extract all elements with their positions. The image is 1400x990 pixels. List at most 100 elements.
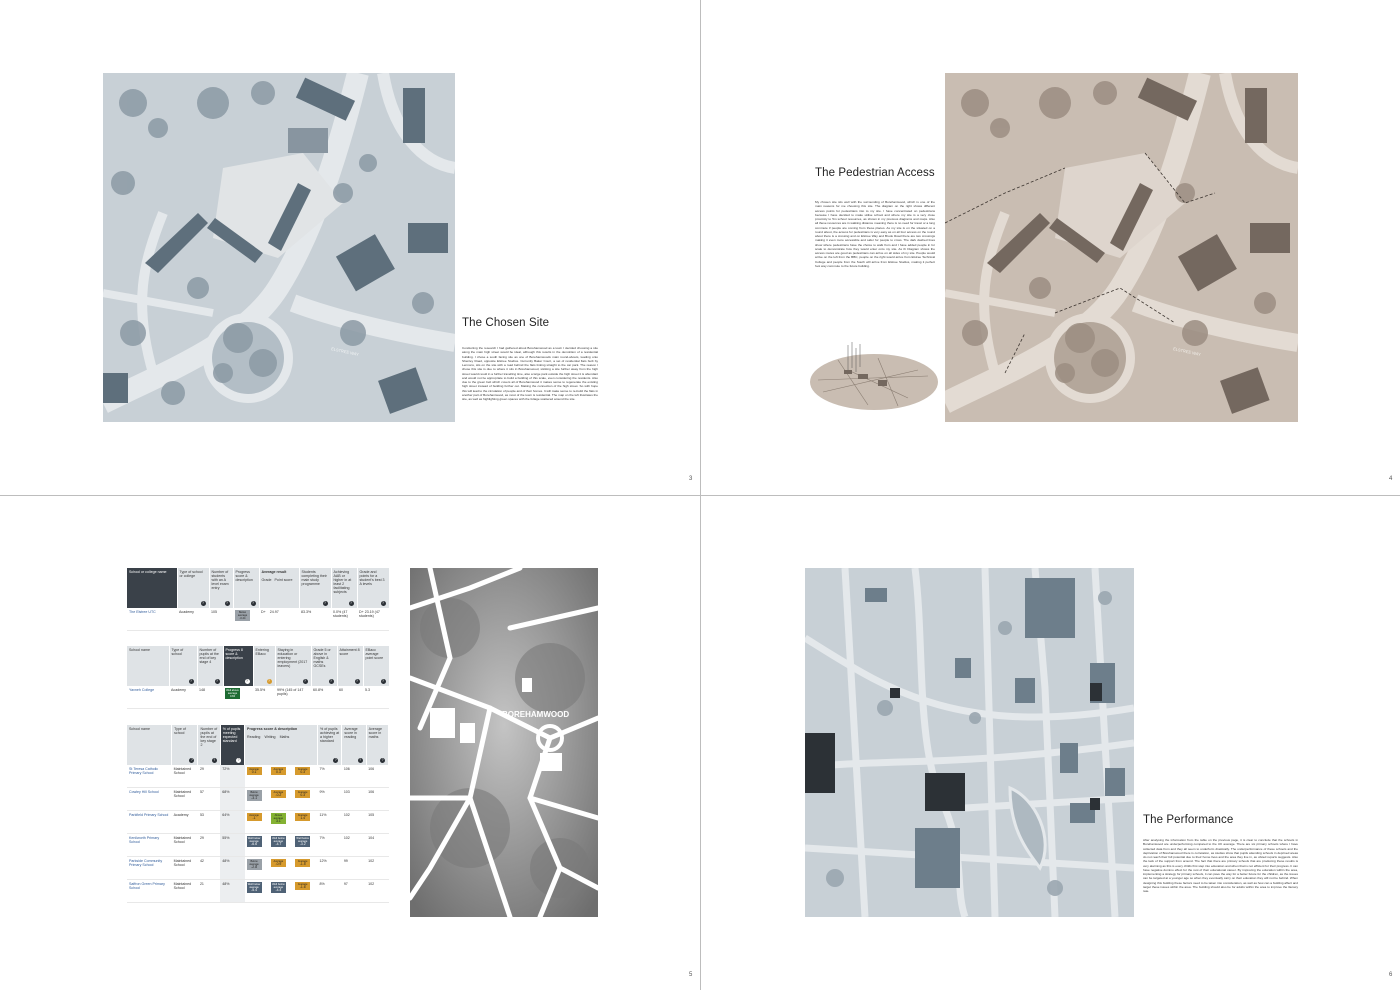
- table-cell: 7%: [317, 765, 342, 788]
- pedestrian-access-3d-diagram: [808, 340, 940, 412]
- school-name-link[interactable]: Saffron Green Primary School: [127, 879, 172, 903]
- progress-badge: Below average -2.8: [246, 859, 262, 870]
- col-header[interactable]: Achieving AAB or higher in at least 2 fa…: [331, 568, 358, 608]
- school-name-link[interactable]: Parkfield Primary School: [127, 810, 172, 834]
- table-cell: 68%: [220, 787, 245, 811]
- col-header[interactable]: Grade and points for a student's best 3 …: [357, 568, 390, 608]
- school-name-link[interactable]: Yavneh College: [127, 686, 169, 709]
- table-cell: 53: [197, 810, 221, 834]
- col-header[interactable]: EBacc average point score?: [363, 646, 390, 686]
- performance-title: The Performance: [1143, 814, 1234, 826]
- table-cell: Maintained School: [171, 856, 198, 880]
- table-cell: 48%: [220, 879, 245, 903]
- col-header[interactable]: Progress 8 score & description?: [223, 646, 254, 686]
- table-cell: 105: [366, 810, 389, 834]
- col-header[interactable]: Average score in reading?: [341, 725, 367, 765]
- school-name-link[interactable]: Cowley Hill School: [127, 787, 172, 811]
- school-name-link[interactable]: St Teresa Catholic Primary School: [127, 765, 172, 788]
- table-cell: 106: [366, 765, 389, 788]
- progress-badge: Below average -0.44: [235, 610, 250, 621]
- table-cell: 102: [366, 856, 389, 880]
- progress-badge: Average -0.9: [270, 859, 286, 867]
- col-header[interactable]: School name: [127, 725, 173, 765]
- table-cell: 7%: [317, 833, 342, 857]
- progress-badge: Average -1.6: [295, 882, 311, 890]
- col-header[interactable]: Students completing their main study pro…: [299, 568, 332, 608]
- col-header[interactable]: Type of school?: [171, 725, 199, 765]
- pedestrian-access-body: My chosen site sits well with the surrou…: [815, 200, 935, 268]
- progress-badge: Average -1: [246, 813, 262, 821]
- col-header[interactable]: Progress score & description Reading Writ…: [244, 725, 318, 765]
- col-header[interactable]: Type of school or college?: [177, 568, 210, 608]
- col-header[interactable]: Progress score & description?: [233, 568, 260, 608]
- table-cell: 99: [341, 856, 367, 880]
- page-number-3: 3: [689, 476, 693, 482]
- col-header[interactable]: Number of pupils at the end of key stage…: [197, 725, 221, 765]
- page-number-5: 5: [689, 972, 693, 978]
- table-cell: 104: [366, 833, 389, 857]
- col-header[interactable]: Grade 5 or above in English & maths GCSE…: [311, 646, 338, 686]
- table-row: Saffron Green Primary School Maintained S…: [127, 879, 389, 903]
- table-cell: 21: [197, 879, 221, 903]
- table-cell: 102: [341, 833, 367, 857]
- col-header[interactable]: School name: [127, 646, 170, 686]
- table-cell: Maintained School: [171, 879, 198, 903]
- progress-badge: Average 0.3: [295, 767, 311, 775]
- table-cell: 48%: [220, 856, 245, 880]
- table-row: Yavneh College Academy 148 Well above av…: [127, 686, 389, 709]
- col-header[interactable]: % of pupils achieving at a higher standa…: [317, 725, 343, 765]
- table-row: St Teresa Catholic Primary School Maintai…: [127, 765, 389, 788]
- table-cell: 103: [341, 787, 367, 811]
- table-cell: 55%: [220, 833, 245, 857]
- table-cell: 97: [341, 879, 367, 903]
- table-cell: 57: [197, 787, 221, 811]
- progress-badge: Average 0.3: [270, 767, 286, 775]
- col-header[interactable]: Attainment 8 score?: [337, 646, 364, 686]
- table-cell: 12%: [317, 856, 342, 880]
- table-cell: 106: [341, 765, 367, 788]
- col-header[interactable]: Number of students with an A level exam …: [209, 568, 234, 608]
- col-header[interactable]: Average score in maths?: [366, 725, 390, 765]
- school-name-link[interactable]: The Elstree UTC: [127, 608, 177, 631]
- table-cell: 102: [341, 810, 367, 834]
- progress-badge: Well below average -3.2: [295, 836, 311, 847]
- col-header[interactable]: School or college name: [127, 568, 178, 608]
- table-cell: 106: [366, 787, 389, 811]
- col-header[interactable]: Average result Grade Point score: [259, 568, 300, 608]
- progress-badge: Average 0.1: [246, 767, 262, 775]
- pedestrian-access-title: The Pedestrian Access: [815, 167, 935, 179]
- table-cell: 8%: [317, 879, 342, 903]
- table-cell: 72%: [220, 765, 245, 788]
- secondary-gcse-table: School name Type of school? Number of pu…: [127, 646, 390, 709]
- progress-badge: Well below average -6.6: [246, 836, 262, 847]
- progress-badge: Well below average -4.7: [270, 836, 286, 847]
- school-name-link[interactable]: Kenilworth Primary School: [127, 833, 172, 857]
- table-row: Parkfield Primary School Academy 53 64% Aver…: [127, 810, 389, 834]
- progress-badge: Above average 3.1: [270, 813, 286, 824]
- table-cell: 9%: [317, 787, 342, 811]
- table-cell: Maintained School: [171, 765, 198, 788]
- progress-badge: Average -0.2: [270, 790, 286, 798]
- table-cell: 29: [197, 765, 221, 788]
- col-header[interactable]: Type of school?: [169, 646, 198, 686]
- table-cell: Maintained School: [171, 787, 198, 811]
- table-cell: 11%: [317, 810, 342, 834]
- secondary-a-level-table: School or college name Type of school or…: [127, 568, 390, 631]
- progress-badge: Average 1.4: [295, 813, 311, 821]
- col-header[interactable]: % of pupils meeting expected standard?: [220, 725, 246, 765]
- table-cell: 102: [366, 879, 389, 903]
- map-label: BOREHAMWOOD: [502, 710, 570, 719]
- col-header[interactable]: Entering EBacc?: [253, 646, 276, 686]
- progress-badge: Well below average -4.4: [270, 882, 286, 893]
- col-header[interactable]: Staying in education or entering employm…: [275, 646, 312, 686]
- table-row: Kenilworth Primary School Maintained Scho…: [127, 833, 389, 857]
- performance-body: After analysing the information from the…: [1143, 838, 1298, 893]
- table-cell: 42: [197, 856, 221, 880]
- school-name-link[interactable]: Parkside Community Primary School: [127, 856, 172, 880]
- table-cell: Maintained School: [171, 833, 198, 857]
- table-cell: 29: [197, 833, 221, 857]
- chosen-site-body: Conducting the research I had gathered a…: [462, 346, 598, 401]
- table-cell: Academy: [171, 810, 198, 834]
- table-cell: 64%: [220, 810, 245, 834]
- col-header[interactable]: Number of pupils at the end of key stage…: [197, 646, 224, 686]
